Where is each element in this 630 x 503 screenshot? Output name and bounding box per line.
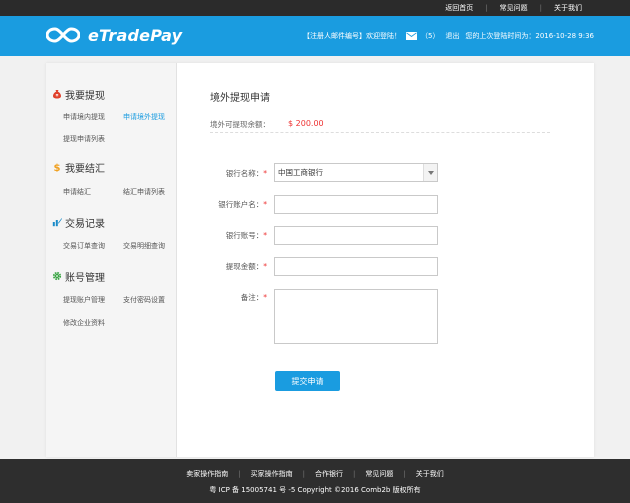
balance-label: 境外可提现余额：	[210, 120, 270, 129]
sidebar-group-account: 账号管理	[52, 269, 177, 284]
last-login-info: 您的上次登陆时间为：2016-10-28 9:36	[465, 32, 594, 40]
submit-button[interactable]: 提交申请	[275, 371, 340, 391]
sidebar-group-label: 我要提现	[65, 90, 105, 102]
balance-value: $ 200.00	[288, 119, 324, 128]
label-text: 提现金额：	[225, 262, 264, 271]
sidebar-item-order-query[interactable]: 交易订单查询	[63, 241, 105, 251]
sidebar-group-title: 我要提现	[52, 87, 177, 102]
footer-link-seller-guide[interactable]: 卖家操作指南	[176, 469, 238, 479]
required-mark: *	[263, 200, 267, 209]
sidebar-group-label: 我要结汇	[65, 163, 105, 175]
sidebar-item-pay-password[interactable]: 支付密码设置	[123, 295, 165, 305]
account-number-input[interactable]	[274, 226, 438, 245]
remark-label: 备注：*	[241, 292, 267, 303]
dollar-icon: $	[54, 163, 61, 172]
gear-icon	[52, 271, 62, 281]
welcome-text: 【注册人邮件编号】欢迎登陆！	[303, 32, 401, 40]
footer-link-buyer-guide[interactable]: 买家操作指南	[241, 469, 303, 479]
label-text: 银行账号：	[225, 231, 264, 240]
footer-link-about[interactable]: 关于我们	[406, 469, 454, 479]
top-bar: 返回首页 | 常见问题 | 关于我们	[0, 0, 630, 16]
sidebar-item-settle-list[interactable]: 结汇申请列表	[123, 187, 165, 197]
sidebar-item-detail-query[interactable]: 交易明细查询	[123, 241, 165, 251]
main-content: 境外提现申请 境外可提现余额： $ 200.00 银行名称：* 中国工商银行 银…	[177, 63, 594, 457]
amount-label: 提现金额：*	[226, 261, 267, 272]
header: eTradePay 【注册人邮件编号】欢迎登陆！ （5） 退出 您的上次登陆时间…	[0, 16, 630, 56]
content-panel: 我要提现 申请境内提现 申请境外提现 提现申请列表 $ 我要结汇 申请结汇 结汇…	[46, 63, 594, 457]
label-text: 银行名称：	[225, 169, 264, 178]
required-mark: *	[263, 293, 267, 302]
sidebar-group-records: 交易记录	[52, 215, 177, 230]
top-link-about[interactable]: 关于我们	[542, 3, 594, 13]
sidebar-group-withdraw: 我要提现	[52, 87, 177, 102]
account-number-label: 银行账号：*	[226, 230, 267, 241]
label-text: 银行账户名：	[218, 200, 264, 209]
top-link-home[interactable]: 返回首页	[433, 3, 485, 13]
svg-text:$: $	[54, 163, 61, 172]
account-name-input[interactable]	[274, 195, 438, 214]
footer: 卖家操作指南 | 买家操作指南 | 合作银行 | 常见问题 | 关于我们 粤 I…	[0, 459, 630, 503]
footer-link-faq[interactable]: 常见问题	[355, 469, 403, 479]
page-title: 境外提现申请	[210, 93, 270, 104]
sidebar-item-settle-apply[interactable]: 申请结汇	[63, 187, 91, 197]
sidebar-item-domestic-withdraw[interactable]: 申请境内提现	[63, 112, 105, 122]
money-bag-icon	[53, 90, 61, 99]
sidebar-group-title: 账号管理	[52, 269, 177, 284]
welcome-area: 【注册人邮件编号】欢迎登陆！ （5） 退出	[303, 16, 459, 56]
selected-bank: 中国工商银行	[278, 168, 323, 177]
sidebar-group-label: 账号管理	[65, 272, 105, 284]
amount-input[interactable]	[274, 257, 438, 276]
copyright: 粤 ICP 备 15005741 号 -5 Copyright ©2016 Co…	[209, 486, 421, 494]
footer-links: 卖家操作指南 | 买家操作指南 | 合作银行 | 常见问题 | 关于我们	[0, 469, 630, 479]
sidebar-item-withdraw-list[interactable]: 提现申请列表	[63, 134, 105, 144]
logo[interactable]: eTradePay	[46, 25, 182, 45]
mail-icon[interactable]	[406, 32, 417, 40]
bank-name-label: 银行名称：*	[226, 168, 267, 179]
remark-textarea[interactable]	[274, 289, 438, 344]
logo-text: eTradePay	[88, 25, 183, 45]
sidebar-group-settle: $ 我要结汇	[52, 160, 177, 175]
sidebar-group-title: 交易记录	[52, 215, 177, 230]
sidebar-group-label: 交易记录	[65, 218, 105, 230]
top-links: 返回首页 | 常见问题 | 关于我们	[433, 0, 594, 16]
sidebar-item-edit-company[interactable]: 修改企业资料	[63, 318, 105, 328]
required-mark: *	[263, 169, 267, 178]
required-mark: *	[263, 262, 267, 271]
account-name-label: 银行账户名：*	[218, 199, 267, 210]
sidebar-group-title: $ 我要结汇	[52, 160, 177, 175]
message-count[interactable]: （5）	[421, 31, 439, 41]
sidebar-item-overseas-withdraw[interactable]: 申请境外提现	[123, 112, 165, 122]
sidebar-item-account-manage[interactable]: 提现账户管理	[63, 295, 105, 305]
infinity-logo-icon	[46, 27, 80, 43]
required-mark: *	[263, 231, 267, 240]
chevron-down-icon[interactable]	[423, 164, 437, 181]
top-link-faq[interactable]: 常见问题	[488, 3, 540, 13]
sidebar: 我要提现 申请境内提现 申请境外提现 提现申请列表 $ 我要结汇 申请结汇 结汇…	[46, 63, 177, 457]
bank-name-select[interactable]: 中国工商银行	[274, 163, 438, 182]
balance-row: 境外可提现余额： $ 200.00	[210, 119, 550, 133]
logout-link[interactable]: 退出	[445, 31, 459, 41]
chart-edit-icon	[52, 218, 62, 227]
footer-link-partner-banks[interactable]: 合作银行	[305, 469, 353, 479]
label-text: 备注：	[240, 293, 264, 302]
